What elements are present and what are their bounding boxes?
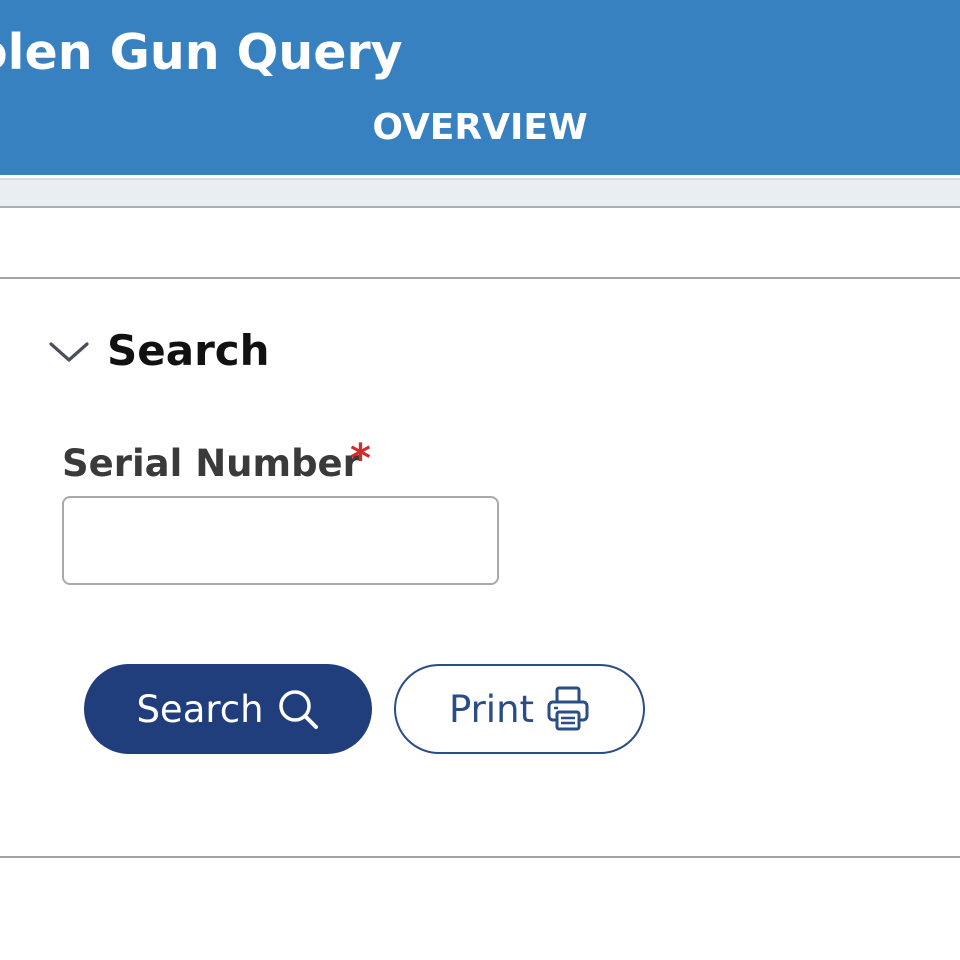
search-button[interactable]: Search (84, 664, 372, 754)
printer-icon (546, 685, 590, 733)
print-button[interactable]: Print (394, 664, 645, 754)
search-panel-toggle[interactable] (48, 334, 90, 374)
sub-header-bar (0, 178, 960, 208)
search-panel-title[interactable]: Search (107, 326, 270, 375)
serial-number-label: Serial Number (62, 442, 361, 485)
print-button-label: Print (448, 687, 535, 731)
required-indicator: * (350, 436, 371, 482)
search-button-label: Search (136, 687, 264, 731)
page-title: olen Gun Query (0, 24, 403, 81)
search-icon (276, 687, 320, 731)
chevron-down-icon (48, 340, 90, 368)
app-header: olen Gun Query OVERVIEW (0, 0, 960, 175)
tab-overview[interactable]: OVERVIEW (0, 107, 960, 148)
serial-number-input[interactable] (62, 496, 499, 585)
